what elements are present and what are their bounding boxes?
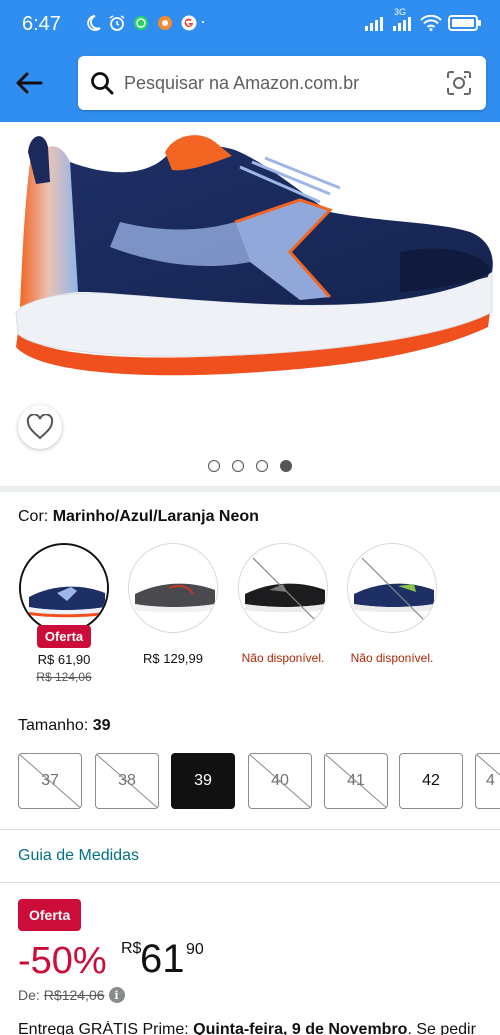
swatch-price: R$ 61,90 (37, 652, 91, 667)
size-option-label: 42 (422, 772, 440, 789)
size-option-40[interactable]: 40 (248, 753, 312, 809)
alarm-icon (108, 14, 126, 32)
status-notification-icons (84, 14, 198, 32)
list-price-value: R$124,06 (43, 987, 105, 1003)
color-swatch-marinho[interactable]: Oferta R$ 61,90 R$ 124,06 (18, 543, 110, 684)
pager-dot-active[interactable] (280, 460, 292, 472)
heart-icon (26, 414, 54, 440)
deal-badge: Oferta (18, 899, 82, 931)
swatch-unavailable-text: Não disponível. (350, 651, 434, 665)
delivery-date: Quinta-feira, 9 de Novembro (193, 1021, 408, 1035)
strike-through-icon (325, 754, 387, 808)
price-currency: R$ (121, 940, 142, 957)
status-bar: 6:47 ··· 3G (0, 0, 500, 50)
camera-search-icon[interactable] (446, 70, 472, 101)
strike-through-icon (19, 754, 81, 808)
network-type-label: 3G (394, 7, 407, 17)
back-button[interactable] (12, 66, 46, 100)
status-more-dots: ··· (184, 11, 208, 31)
info-icon[interactable]: i (108, 987, 125, 1003)
search-icon (90, 71, 114, 100)
size-option-41[interactable]: 41 (324, 753, 388, 809)
color-swatch-cinza[interactable]: R$ 129,99 (127, 543, 219, 666)
color-label-prefix: Cor: (18, 508, 49, 525)
size-label-prefix: Tamanho: (18, 717, 89, 734)
discount-percent: -50% (18, 940, 107, 982)
delivery-suffix: . Se pedir (407, 1021, 476, 1035)
pager-dot[interactable] (256, 460, 268, 472)
size-option-38[interactable]: 38 (95, 753, 159, 809)
list-price: De: R$124,06 i (18, 987, 125, 1003)
search-header (0, 50, 500, 122)
swatch-image (128, 543, 218, 633)
divider (0, 882, 500, 883)
divider (0, 829, 500, 830)
status-time: 6:47 (22, 13, 61, 35)
swatch-image (238, 543, 328, 633)
size-option-39[interactable]: 39 (171, 753, 235, 809)
color-swatch-preto[interactable]: Não disponível. (237, 543, 329, 665)
search-bar[interactable] (78, 56, 486, 110)
color-swatch-azul-verde[interactable]: Não disponível. (346, 543, 438, 665)
swatch-unavailable-text: Não disponível. (241, 651, 325, 665)
status-system-icons: 3G (364, 7, 482, 37)
signal-icon (364, 15, 386, 36)
section-divider (0, 486, 500, 492)
wifi-icon (420, 14, 442, 36)
delivery-prefix: Entrega GRÁTIS Prime: (18, 1021, 194, 1035)
whatsapp-icon (132, 14, 150, 32)
price-whole: 61 (140, 937, 185, 981)
swatch-image (19, 543, 109, 633)
swatch-image (347, 543, 437, 633)
moon-icon (84, 14, 102, 32)
pager-dot[interactable] (232, 460, 244, 472)
size-guide-link[interactable]: Guia de Medidas (18, 847, 139, 865)
image-pager (0, 460, 500, 472)
app-notification-icon (156, 14, 174, 32)
battery-icon (448, 14, 482, 37)
delivery-info: Entrega GRÁTIS Prime: Quinta-feira, 9 de… (18, 1021, 488, 1035)
wishlist-button[interactable] (18, 405, 62, 449)
pager-dot[interactable] (208, 460, 220, 472)
list-price-label: De: (18, 987, 40, 1003)
size-option-42[interactable]: 42 (399, 753, 463, 809)
swatch-price: R$ 129,99 (143, 651, 203, 666)
product-image-gallery[interactable] (0, 122, 500, 452)
swatch-deal-badge: Oferta (36, 625, 92, 648)
strike-through-icon (249, 754, 311, 808)
signal-3g-icon: 3G (392, 7, 414, 36)
strike-through-icon (476, 754, 500, 776)
size-options: 37 38 39 40 41 42 4 (18, 753, 500, 809)
back-arrow-icon (16, 72, 43, 94)
size-option-label: 39 (194, 772, 212, 789)
size-label: Tamanho: 39 (18, 717, 111, 735)
swatch-old-price: R$ 124,06 (36, 670, 92, 684)
search-input[interactable] (124, 56, 434, 110)
price-cents: 90 (186, 941, 204, 958)
size-option-partial[interactable]: 4 (475, 753, 500, 809)
color-selected-value: Marinho/Azul/Laranja Neon (52, 508, 259, 525)
strike-through-icon (96, 754, 158, 808)
size-selected-value: 39 (92, 717, 111, 734)
color-label: Cor: Marinho/Azul/Laranja Neon (18, 508, 259, 526)
size-option-37[interactable]: 37 (18, 753, 82, 809)
product-image (15, 135, 493, 376)
